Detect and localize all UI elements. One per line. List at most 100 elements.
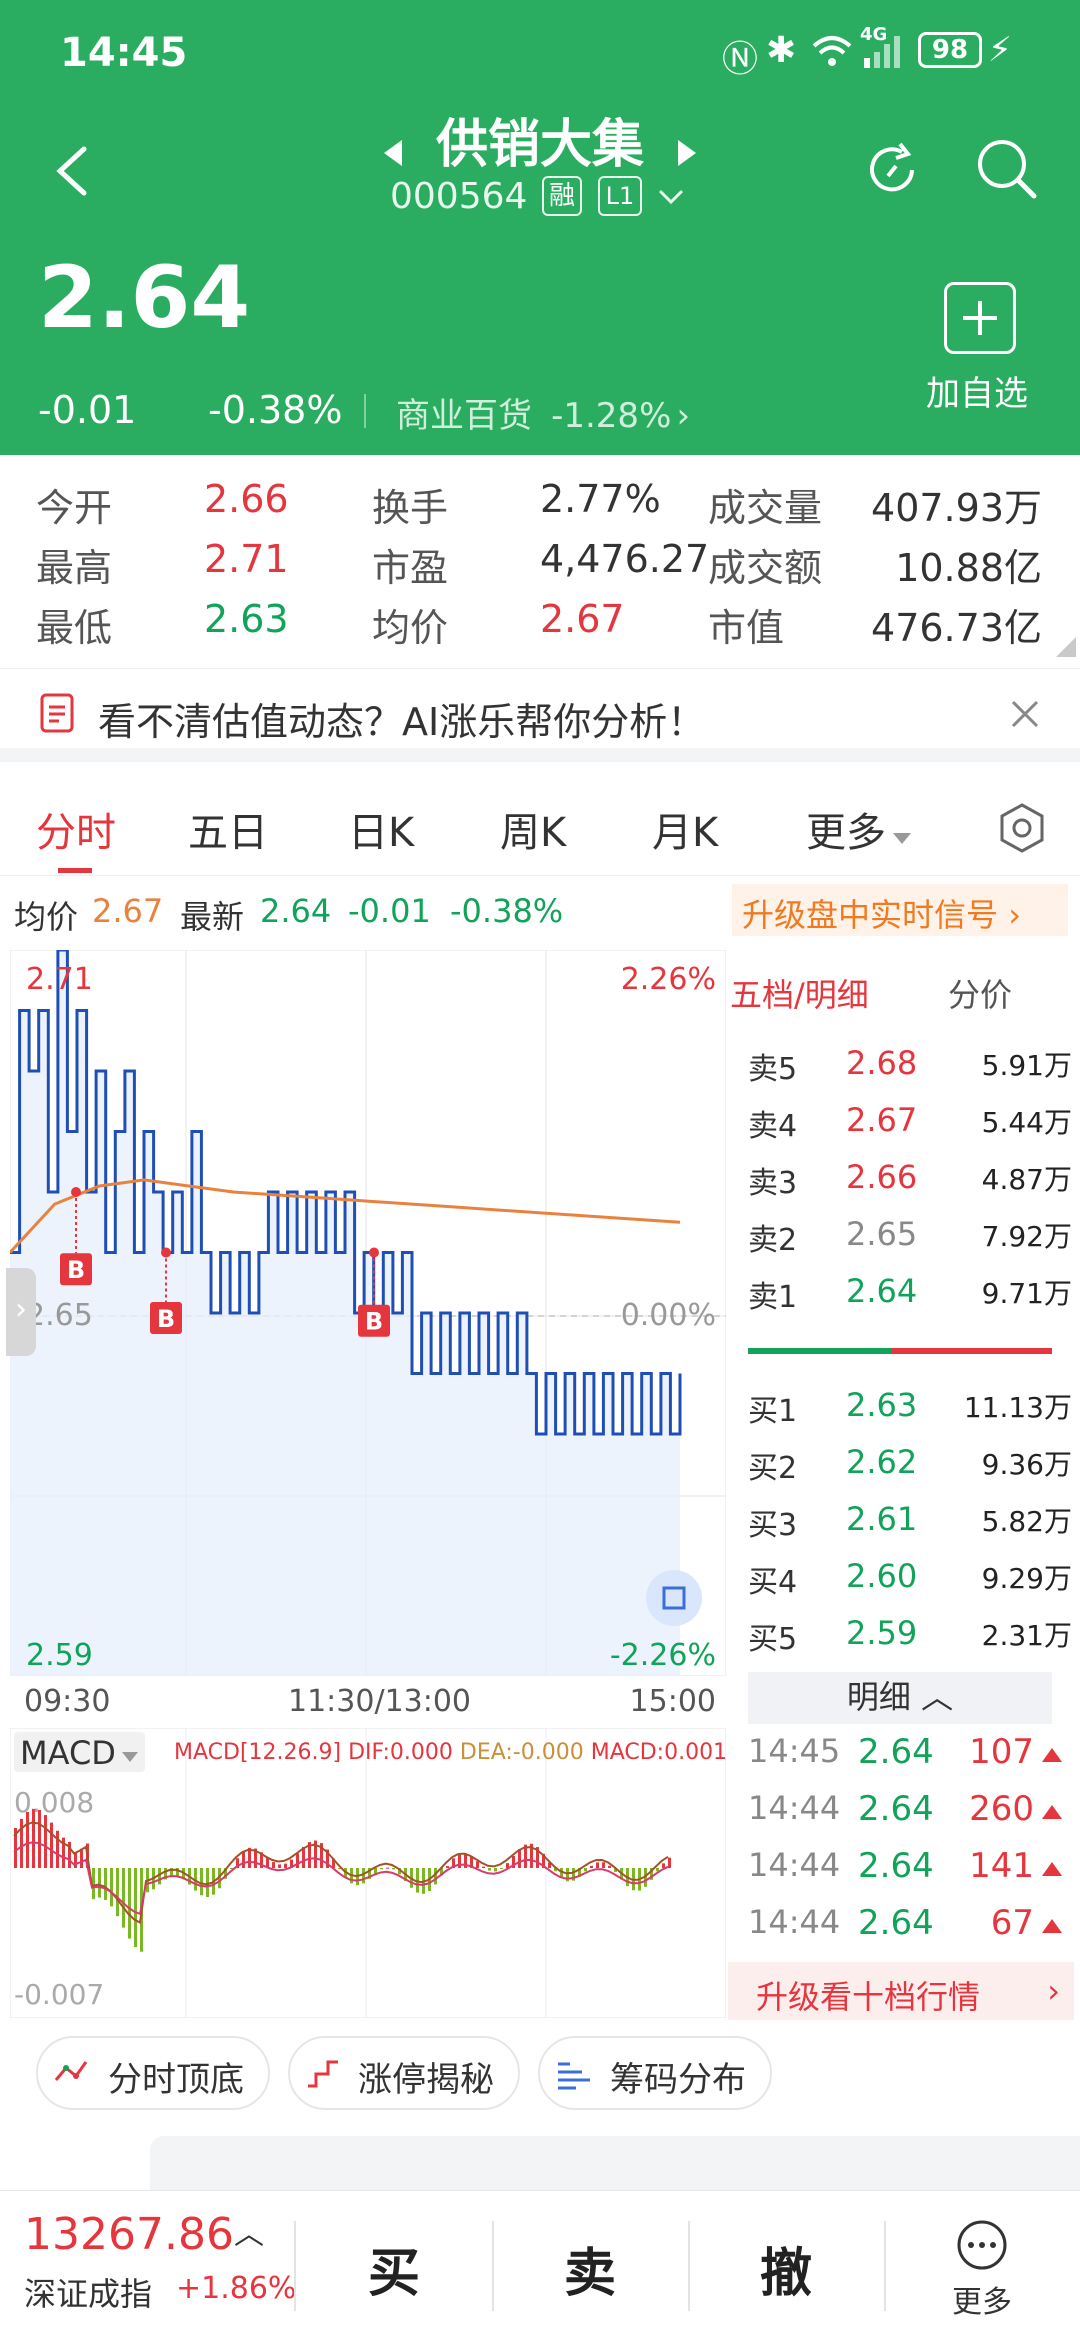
buy-label: 买5 (748, 1622, 798, 1657)
fullscreen-button[interactable] (646, 1570, 702, 1626)
macd-bar (386, 1867, 389, 1869)
macd-bar (602, 1862, 605, 1868)
sell-label: 卖4 (748, 1109, 798, 1144)
close-icon[interactable] (1010, 699, 1040, 729)
sell-row-4: 卖4 2.67 5.44万 (728, 1101, 1074, 1157)
sell-button[interactable]: 卖 (564, 2231, 616, 2306)
macd-bar (278, 1864, 281, 1868)
buy-marker-dot (369, 1247, 379, 1258)
limit-up-icon (308, 2060, 338, 2088)
trade-row: 14:44 2.64 67 (728, 1903, 1074, 1959)
price-change: -0.01 (38, 388, 137, 432)
sell-row-5: 卖5 2.68 5.91万 (728, 1044, 1074, 1100)
caret-down-icon (122, 1752, 139, 1762)
indicator-selector[interactable]: MACD (14, 1732, 146, 1772)
trade-volume: 260 (969, 1789, 1034, 1829)
caret-down-icon (893, 833, 912, 844)
tab-monthly-k[interactable]: 月K (652, 800, 718, 858)
upgrade-signal-label: 升级盘中实时信号 (742, 896, 999, 934)
trade-time: 14:44 (748, 1789, 841, 1827)
chevron-up-icon: ︿ (234, 2217, 264, 2252)
quote-stats: 今开 2.66 最高 2.71 最低 2.63 换手 2.77% 市盈 4,47… (0, 455, 1080, 665)
amount-label: 成交额 (708, 546, 823, 590)
index-ticker[interactable]: 13267.86 ︿ 深证成指 +1.86% (24, 2209, 297, 2319)
buy-marker-label: B (157, 1305, 175, 1333)
sell-row-1: 卖1 2.64 9.71万 (728, 1272, 1074, 1328)
macd-chart[interactable]: MACD MACD[12.26.9] DIF:0.000 DEA:-0.000 … (9, 1727, 727, 2019)
macd-bar (242, 1851, 245, 1868)
sell-volume: 7.92万 (981, 1220, 1072, 1253)
index-value: 13267.86 (24, 2209, 234, 2260)
detail-toggle[interactable]: 明细 ︿ (748, 1672, 1052, 1724)
buy-button[interactable]: 买 (368, 2231, 420, 2306)
tab-daily-k[interactable]: 日K (348, 800, 414, 858)
divider (294, 2221, 296, 2311)
x-axis-end: 15:00 (629, 1684, 716, 1719)
divider (688, 2221, 690, 2311)
upgrade-ten-level-button[interactable]: 升级看十档行情 › (728, 1962, 1074, 2020)
buy-price: 2.60 (846, 1557, 918, 1595)
prev-stock-icon[interactable] (382, 138, 404, 168)
sector-name: 商业百货 (396, 396, 532, 436)
tab-five-day[interactable]: 五日 (188, 800, 268, 858)
signal-icon (864, 36, 900, 68)
next-stock-icon[interactable] (676, 138, 698, 168)
index-change: +1.86% (176, 2271, 297, 2306)
x-axis: 09:30 11:30/13:00 15:00 (10, 1680, 726, 1724)
trade-price: 2.64 (858, 1846, 934, 1886)
bid-strength-bar (748, 1348, 892, 1354)
charging-icon: ⚡ (988, 30, 1012, 70)
bottom-trade-bar: 13267.86 ︿ 深证成指 +1.86% 买 卖 撤 更多 (0, 2190, 1080, 2340)
more-button[interactable]: 更多 (936, 2219, 1026, 2329)
refresh-icon[interactable] (864, 140, 924, 200)
low-value: 2.63 (204, 597, 289, 641)
trade-time: 14:45 (748, 1732, 841, 1770)
intraday-chart[interactable]: B B B 2.71 2.65 2.59 2.26% 0.00% -2.26% › (6, 948, 727, 1677)
buy-row-1: 买1 2.63 11.13万 (728, 1386, 1074, 1442)
macd-bar (446, 1866, 449, 1868)
buy-price: 2.63 (846, 1386, 918, 1424)
macd-bar (26, 1812, 29, 1868)
sell-price: 2.66 (846, 1158, 918, 1196)
macd-bar (44, 1815, 47, 1868)
tab-intraday[interactable]: 分时 (36, 800, 116, 858)
battery-icon: 98 (918, 32, 982, 68)
add-watchlist-button[interactable] (944, 282, 1016, 354)
expand-corner-icon[interactable] (1054, 635, 1078, 659)
stock-header: 14:45 Ⓝ ✱ 4G 98 ⚡ 供销大集 000564 融 L1 2.64 … (0, 0, 1080, 455)
turnover-label: 换手 (372, 486, 449, 530)
sell-price: 2.67 (846, 1101, 918, 1139)
sell-label: 卖3 (748, 1166, 798, 1201)
tool-intraday-top-bottom[interactable]: 分时顶底 (36, 2036, 270, 2110)
sell-volume: 5.91万 (981, 1049, 1072, 1082)
sell-price: 2.68 (846, 1044, 918, 1082)
back-icon[interactable] (52, 145, 92, 197)
upgrade-signal-button[interactable]: 升级盘中实时信号 › (732, 884, 1068, 936)
ai-banner[interactable]: 看不清估值动态？AI涨乐帮你分析！ (0, 668, 1080, 762)
index-name: 深证成指 (24, 2275, 153, 2313)
expand-panel-handle[interactable]: › (6, 1268, 36, 1356)
search-icon[interactable] (976, 138, 1038, 200)
tab-more[interactable]: 更多 (806, 800, 913, 856)
chevron-down-icon[interactable] (658, 188, 684, 206)
tool-limit-up[interactable]: 涨停揭秘 (288, 2036, 520, 2110)
macd-bar (284, 1863, 287, 1868)
tab-price-distribution[interactable]: 分价 (948, 970, 1012, 1016)
ai-banner-text: 看不清估值动态？AI涨乐帮你分析！ (98, 700, 706, 744)
tab-weekly-k[interactable]: 周K (500, 800, 566, 858)
tool-chip-distribution[interactable]: 筹码分布 (538, 2036, 772, 2110)
up-arrow-icon (1042, 1862, 1062, 1876)
macd-bar (98, 1868, 101, 1898)
sector-link[interactable]: 商业百货 -1.28% › (396, 388, 690, 436)
tab-order-book[interactable]: 五档/明细 (730, 970, 869, 1016)
pe-label: 市盈 (372, 546, 449, 590)
cancel-order-button[interactable]: 撤 (760, 2231, 812, 2306)
macd-bar (374, 1868, 377, 1874)
latest-change-pct: -0.38% (450, 892, 564, 930)
buy-marker-label: B (365, 1308, 383, 1336)
settings-icon[interactable] (998, 802, 1046, 854)
buy-label: 买3 (748, 1508, 798, 1543)
macd-bar (392, 1868, 395, 1870)
sell-label: 卖5 (748, 1052, 798, 1087)
chart-tabs: 分时 五日 日K 周K 月K 更多 (0, 776, 1080, 876)
